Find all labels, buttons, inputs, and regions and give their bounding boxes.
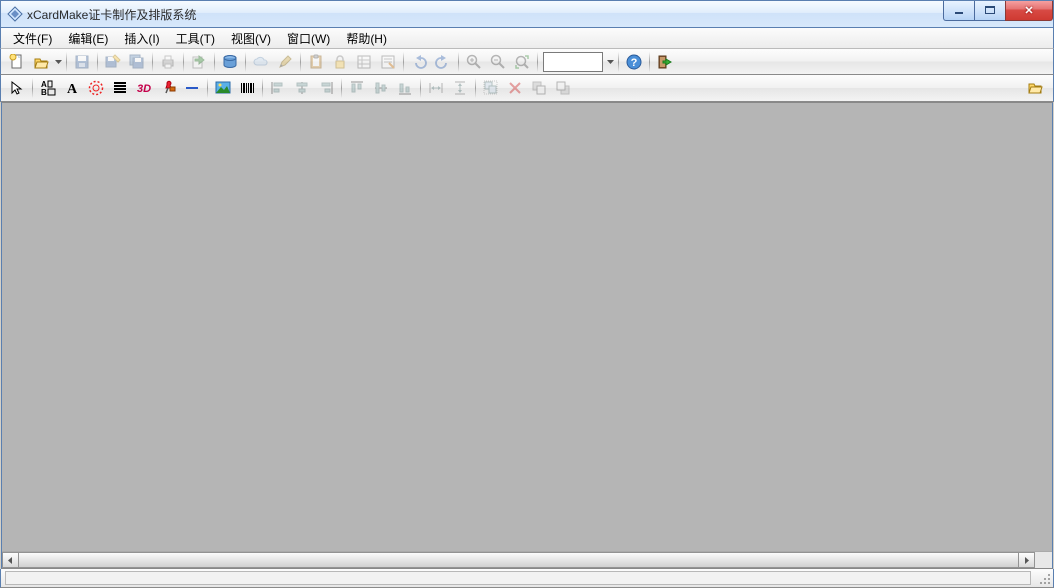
exit-button[interactable]: [654, 51, 676, 73]
separator: [183, 52, 184, 72]
separator: [66, 52, 67, 72]
save-all-button[interactable]: [126, 51, 148, 73]
same-height-button[interactable]: [449, 77, 471, 99]
standard-toolbar: ?: [0, 48, 1054, 75]
pushpin-button[interactable]: [157, 77, 179, 99]
horizontal-scrollbar[interactable]: [2, 551, 1052, 568]
menu-edit[interactable]: 编辑(E): [60, 28, 116, 49]
help-button[interactable]: ?: [623, 51, 645, 73]
textframe-button[interactable]: AB: [37, 77, 59, 99]
separator: [420, 78, 421, 98]
menu-window[interactable]: 窗口(W): [279, 28, 338, 49]
svg-text:A: A: [67, 82, 78, 96]
align-bottom-button[interactable]: [394, 77, 416, 99]
zoom-fit-button[interactable]: [511, 51, 533, 73]
formatting-toolbar: AB A 3D: [0, 75, 1054, 102]
window-title: xCardMake证卡制作及排版系统: [27, 6, 196, 23]
same-width-button[interactable]: [425, 77, 447, 99]
bring-front-button[interactable]: [528, 77, 550, 99]
resize-grip[interactable]: [1037, 571, 1051, 585]
group-button[interactable]: [480, 77, 502, 99]
zoom-dropdown[interactable]: [605, 60, 615, 64]
close-button[interactable]: ✕: [1005, 1, 1053, 21]
form-edit-button[interactable]: [377, 51, 399, 73]
stamp-button[interactable]: [85, 77, 107, 99]
ungroup-button[interactable]: [504, 77, 526, 99]
pointer-tool-button[interactable]: [6, 77, 28, 99]
canvas-area[interactable]: [2, 103, 1052, 551]
menubar: 文件(F) 编辑(E) 插入(I) 工具(T) 视图(V) 窗口(W) 帮助(H…: [0, 28, 1054, 48]
clipboard-button[interactable]: [305, 51, 327, 73]
separator: [262, 78, 263, 98]
open-dropdown[interactable]: [53, 60, 63, 64]
scroll-left-button[interactable]: [2, 552, 19, 568]
redo-button[interactable]: [432, 51, 454, 73]
close-x-icon: ✕: [1024, 4, 1033, 17]
align-center-v-button[interactable]: [370, 77, 392, 99]
separator: [341, 78, 342, 98]
barcode-button[interactable]: [236, 77, 258, 99]
print-button[interactable]: [157, 51, 179, 73]
window-controls: ✕: [944, 1, 1053, 21]
separator: [618, 52, 619, 72]
separator: [97, 52, 98, 72]
cloud-button[interactable]: [250, 51, 272, 73]
separator: [537, 52, 538, 72]
form-layout-button[interactable]: [353, 51, 375, 73]
send-back-button[interactable]: [552, 77, 574, 99]
align-top-button[interactable]: [346, 77, 368, 99]
separator: [207, 78, 208, 98]
menu-help[interactable]: 帮助(H): [338, 28, 395, 49]
pen-button[interactable]: [274, 51, 296, 73]
3d-button[interactable]: 3D: [133, 77, 155, 99]
svg-text:3D: 3D: [137, 83, 151, 95]
titlebar: xCardMake证卡制作及排版系统 ✕: [0, 0, 1054, 28]
svg-text:B: B: [41, 88, 47, 96]
menu-file[interactable]: 文件(F): [5, 28, 60, 49]
align-left-button[interactable]: [267, 77, 289, 99]
text-tool-button[interactable]: A: [61, 77, 83, 99]
separator: [245, 52, 246, 72]
separator: [649, 52, 650, 72]
scroll-thumb[interactable]: [19, 552, 1018, 568]
image-button[interactable]: [212, 77, 234, 99]
separator: [214, 52, 215, 72]
separator: [300, 52, 301, 72]
zoom-in-button[interactable]: [463, 51, 485, 73]
export-button[interactable]: [188, 51, 210, 73]
workspace: [1, 102, 1053, 569]
save-button[interactable]: [71, 51, 93, 73]
menu-view[interactable]: 视图(V): [223, 28, 279, 49]
line-tool-button[interactable]: [181, 77, 203, 99]
align-center-h-button[interactable]: [291, 77, 313, 99]
separator: [152, 52, 153, 72]
save-as-button[interactable]: [102, 51, 124, 73]
separator: [403, 52, 404, 72]
zoom-out-button[interactable]: [487, 51, 509, 73]
open-button[interactable]: [30, 51, 52, 73]
undo-button[interactable]: [408, 51, 430, 73]
separator: [475, 78, 476, 98]
separator: [458, 52, 459, 72]
app-icon: [7, 6, 23, 22]
new-button[interactable]: [6, 51, 28, 73]
separator: [32, 78, 33, 98]
menu-tools[interactable]: 工具(T): [168, 28, 223, 49]
lock-button[interactable]: [329, 51, 351, 73]
menu-insert[interactable]: 插入(I): [116, 28, 167, 49]
scroll-corner: [1035, 552, 1052, 568]
statusbar: [0, 569, 1054, 588]
zoom-combo[interactable]: [543, 52, 603, 72]
scroll-right-button[interactable]: [1018, 552, 1035, 568]
folder-open-button[interactable]: [1024, 77, 1046, 99]
minimize-button[interactable]: [943, 1, 975, 21]
database-button[interactable]: [219, 51, 241, 73]
svg-text:?: ?: [631, 57, 638, 69]
align-right-button[interactable]: [315, 77, 337, 99]
lines-button[interactable]: [109, 77, 131, 99]
maximize-button[interactable]: [974, 1, 1006, 21]
status-text: [5, 571, 1031, 585]
